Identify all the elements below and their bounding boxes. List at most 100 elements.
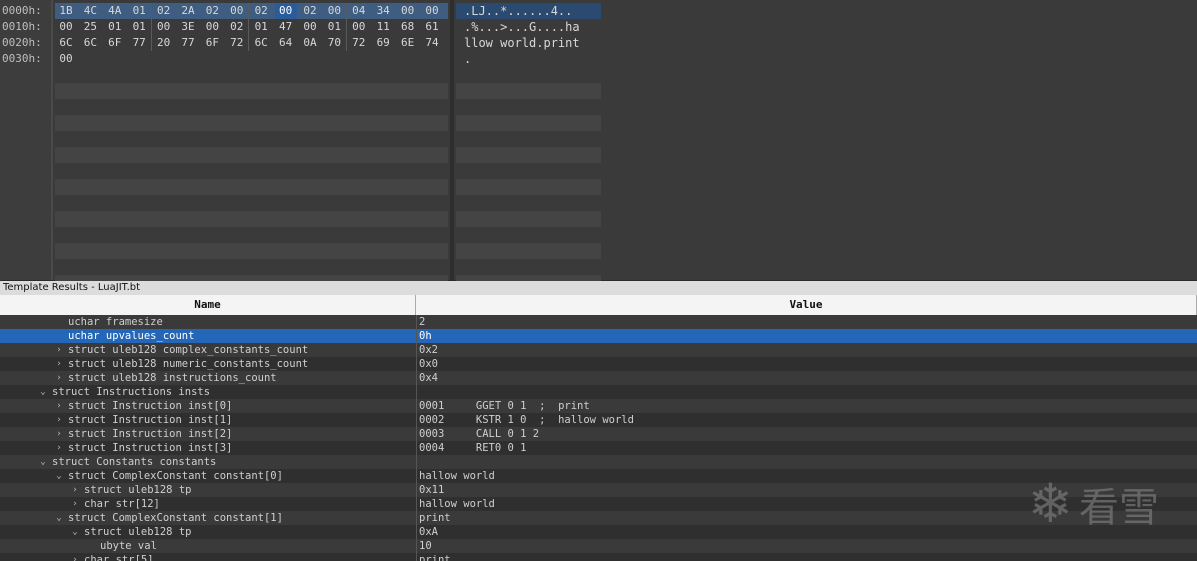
pane-splitter[interactable] bbox=[450, 0, 454, 280]
hex-byte[interactable]: 00 bbox=[421, 3, 443, 19]
tree-row[interactable]: › struct uleb128 tp 0x11 bbox=[0, 483, 1197, 497]
tree-row[interactable]: uchar upvalues_count 0h bbox=[0, 329, 1197, 343]
tree-row-name: char str[12] bbox=[84, 498, 160, 510]
hex-byte[interactable]: 01 bbox=[323, 19, 345, 35]
expanded-caret-icon[interactable]: ⌄ bbox=[38, 455, 48, 469]
hex-byte[interactable]: 00 bbox=[323, 3, 345, 19]
hex-byte[interactable]: 00 bbox=[153, 19, 175, 35]
hex-editor[interactable]: 0000h: 0010h: 0020h: 0030h: 1B 4C 4A 01 02 2A… bbox=[0, 0, 1197, 291]
hex-byte[interactable]: 01 bbox=[128, 19, 150, 35]
tree-row[interactable]: › struct uleb128 numeric_constants_count 0… bbox=[0, 357, 1197, 371]
column-separator bbox=[416, 525, 417, 539]
hex-byte[interactable]: 6C bbox=[79, 35, 101, 51]
hex-byte[interactable]: 6C bbox=[250, 35, 272, 51]
hex-byte[interactable]: 74 bbox=[421, 35, 443, 51]
hex-bytes-column[interactable]: 1B 4C 4A 01 02 2A 02 00 02 00 02 00 04 34 00 00 00 25 01 01… bbox=[55, 0, 448, 291]
hex-byte[interactable]: 77 bbox=[128, 35, 150, 51]
collapsed-caret-icon[interactable]: › bbox=[54, 399, 64, 413]
tree-row[interactable]: › char str[12] hallow world bbox=[0, 497, 1197, 511]
tree-row[interactable]: ⌄ struct uleb128 tp 0xA bbox=[0, 525, 1197, 539]
hex-byte[interactable]: 25 bbox=[79, 19, 101, 35]
hex-byte[interactable]: 4A bbox=[104, 3, 126, 19]
hex-byte[interactable]: 0A bbox=[299, 35, 321, 51]
tree-row-value: 0002 KSTR 1 0 ; hallow world bbox=[419, 414, 634, 426]
hex-byte[interactable]: 3E bbox=[177, 19, 199, 35]
hex-byte[interactable]: 00 bbox=[299, 19, 321, 35]
hex-byte[interactable]: 01 bbox=[104, 19, 126, 35]
ascii-row[interactable]: .%...>...G....ha bbox=[464, 19, 580, 35]
tree-row[interactable]: › char str[5] print bbox=[0, 553, 1197, 561]
hex-byte[interactable]: 6C bbox=[55, 35, 77, 51]
tree-row[interactable]: ⌄ struct ComplexConstant constant[0] hallo… bbox=[0, 469, 1197, 483]
hex-byte[interactable]: 00 bbox=[397, 3, 419, 19]
tree-row[interactable]: ⌄ struct ComplexConstant constant[1] print bbox=[0, 511, 1197, 525]
collapsed-caret-icon[interactable]: › bbox=[54, 441, 64, 455]
hex-byte[interactable]: 61 bbox=[421, 19, 443, 35]
collapsed-caret-icon[interactable]: › bbox=[54, 413, 64, 427]
ascii-row[interactable]: . bbox=[464, 51, 471, 67]
tree-row[interactable]: uchar framesize 2 bbox=[0, 315, 1197, 329]
tree-row[interactable]: › struct Instruction inst[2] 0003 CALL 0 1… bbox=[0, 427, 1197, 441]
expanded-caret-icon[interactable]: ⌄ bbox=[38, 385, 48, 399]
hex-byte[interactable]: 02 bbox=[250, 3, 272, 19]
column-header-value[interactable]: Value bbox=[416, 295, 1197, 315]
collapsed-caret-icon[interactable]: › bbox=[54, 343, 64, 357]
address-label: 0030h: bbox=[2, 52, 42, 65]
hex-byte[interactable]: 2A bbox=[177, 3, 199, 19]
hex-byte[interactable]: 68 bbox=[397, 19, 419, 35]
hex-byte[interactable]: 72 bbox=[226, 35, 248, 51]
hex-byte[interactable]: 00 bbox=[226, 3, 248, 19]
hex-byte[interactable]: 77 bbox=[177, 35, 199, 51]
collapsed-caret-icon[interactable]: › bbox=[54, 427, 64, 441]
hex-byte[interactable]: 00 bbox=[55, 51, 77, 67]
expanded-caret-icon[interactable]: ⌄ bbox=[54, 511, 64, 525]
hex-byte[interactable]: 00 bbox=[274, 3, 297, 19]
hex-byte[interactable]: 6F bbox=[104, 35, 126, 51]
collapsed-caret-icon[interactable]: › bbox=[70, 483, 80, 497]
hex-byte[interactable]: 70 bbox=[323, 35, 345, 51]
collapsed-caret-icon[interactable]: › bbox=[54, 371, 64, 385]
tree-row[interactable]: ⌄ struct Instructions insts bbox=[0, 385, 1197, 399]
hex-byte[interactable]: 1B bbox=[55, 3, 77, 19]
hex-byte[interactable]: 00 bbox=[55, 19, 77, 35]
address-label: 0020h: bbox=[2, 36, 42, 49]
hex-byte[interactable]: 34 bbox=[372, 3, 394, 19]
expanded-caret-icon[interactable]: ⌄ bbox=[70, 525, 80, 539]
hex-byte[interactable]: 02 bbox=[153, 3, 175, 19]
hex-byte[interactable]: 02 bbox=[299, 3, 321, 19]
hex-byte[interactable]: 04 bbox=[348, 3, 370, 19]
ascii-row[interactable]: llow world.print bbox=[464, 35, 580, 51]
hex-byte[interactable]: 00 bbox=[201, 19, 223, 35]
tree-row[interactable]: › struct Instruction inst[0] 0001 GGET 0 1… bbox=[0, 399, 1197, 413]
hex-byte[interactable]: 02 bbox=[226, 19, 248, 35]
hex-byte[interactable]: 00 bbox=[348, 19, 370, 35]
tree-row[interactable]: › struct Instruction inst[3] 0004 RET0 0 1 bbox=[0, 441, 1197, 455]
hex-byte[interactable]: 6E bbox=[397, 35, 419, 51]
tree-row-name: uchar framesize bbox=[68, 316, 163, 328]
hex-byte[interactable]: 20 bbox=[153, 35, 175, 51]
collapsed-caret-icon[interactable]: › bbox=[54, 357, 64, 371]
hex-byte[interactable]: 47 bbox=[275, 19, 297, 35]
collapsed-caret-icon[interactable]: › bbox=[70, 553, 80, 561]
hex-byte[interactable]: 11 bbox=[372, 19, 394, 35]
hex-byte[interactable]: 64 bbox=[275, 35, 297, 51]
tree-row[interactable]: › struct Instruction inst[1] 0002 KSTR 1 0… bbox=[0, 413, 1197, 427]
ascii-row[interactable]: .LJ..*......4.. bbox=[464, 3, 572, 19]
hex-byte[interactable]: 01 bbox=[250, 19, 272, 35]
hex-byte[interactable]: 02 bbox=[201, 3, 223, 19]
tree-row[interactable]: › struct uleb128 instructions_count 0x4 bbox=[0, 371, 1197, 385]
column-header-name[interactable]: Name bbox=[0, 295, 416, 315]
hex-byte[interactable]: 4C bbox=[79, 3, 101, 19]
tree-row[interactable]: ⌄ struct Constants constants bbox=[0, 455, 1197, 469]
tree-row[interactable]: ubyte val 10 bbox=[0, 539, 1197, 553]
tree-row-name: uchar upvalues_count bbox=[68, 330, 195, 342]
collapsed-caret-icon[interactable]: › bbox=[70, 497, 80, 511]
hex-byte[interactable]: 01 bbox=[128, 3, 150, 19]
hex-byte[interactable]: 72 bbox=[348, 35, 370, 51]
hex-byte[interactable]: 69 bbox=[372, 35, 394, 51]
expanded-caret-icon[interactable]: ⌄ bbox=[54, 469, 64, 483]
hex-byte[interactable]: 6F bbox=[201, 35, 223, 51]
template-tree[interactable]: uchar framesize 2 uchar upvalues_count 0h › s… bbox=[0, 315, 1197, 561]
tree-row[interactable]: › struct uleb128 complex_constants_count 0… bbox=[0, 343, 1197, 357]
ascii-column[interactable]: .LJ..*......4.. .%...>...G....ha llow worl… bbox=[456, 0, 601, 291]
